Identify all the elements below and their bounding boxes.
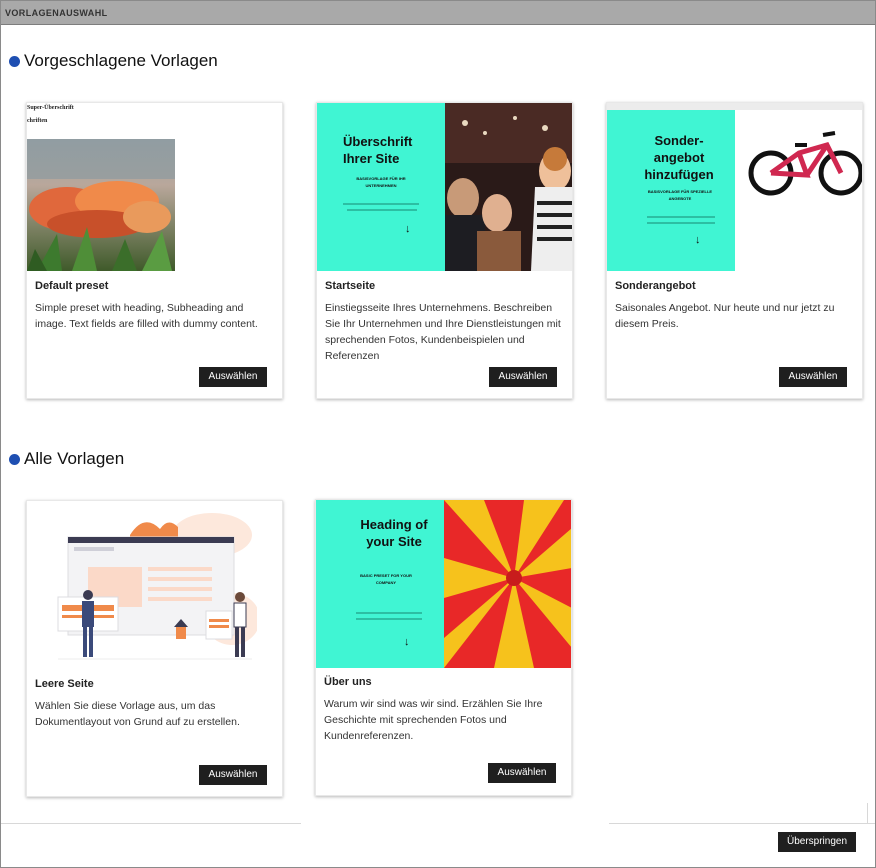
bullet-dot-icon (9, 453, 20, 465)
footer-divider (867, 803, 868, 823)
arrow-down-icon: ↓ (695, 234, 701, 246)
thumbnail-ueber-uns: Heading of your Site BASIC PRESET FOR YO… (316, 500, 571, 668)
title-bar: VORLAGENAUSWAHL (1, 1, 875, 25)
thumb-text-line (647, 216, 715, 218)
card-description: Warum wir sind was wir sind. Erzählen Si… (324, 698, 543, 742)
thumbnail-default-preset: Super-Überschrift chriften (27, 103, 282, 271)
teal-panel: Heading of your Site BASIC PRESET FOR YO… (316, 500, 444, 668)
card-title: Startseite (325, 280, 376, 292)
card-title: Leere Seite (35, 678, 94, 690)
template-card-default-preset[interactable]: Super-Überschrift chriften Default prese… (26, 102, 283, 399)
crowd-photo-image (445, 103, 572, 271)
card-title: Sonderangebot (615, 280, 696, 292)
thumb-subheading: BASISVORLAGE FÜR IHR UNTERNEHMEN (356, 176, 406, 188)
thumb-text-line (343, 203, 419, 205)
teal-panel: Sonder-angebot hinzufügen BASISVORLAGE F… (607, 110, 735, 271)
thumb-subheading: BASIC PRESET FOR YOUR COMPANY (360, 573, 412, 585)
thumb-menu-bar (607, 103, 862, 110)
thumb-text-line (356, 618, 422, 620)
thumbnail-startseite: Überschrift Ihrer Site BASISVORLAGE FÜR … (317, 103, 572, 271)
card-title: Über uns (324, 676, 372, 688)
select-button-default-preset[interactable]: Auswählen (199, 367, 267, 387)
thumb-subheading: BASISVORLAGE FÜR SPEZIELLE ANGEBOTE (647, 189, 713, 201)
card-description: Saisonales Angebot. Nur heute und nur je… (615, 302, 835, 330)
flower-photo-image (27, 139, 175, 271)
select-button-startseite[interactable]: Auswählen (489, 367, 557, 387)
card-description: Einstiegsseite Ihres Unternehmens. Besch… (325, 302, 561, 362)
select-button-leere-seite[interactable]: Auswählen (199, 765, 267, 785)
thumb-heading: Überschrift Ihrer Site (343, 134, 413, 166)
thumbnail-leere-seite (27, 501, 282, 669)
card-description: Wählen Sie diese Vorlage aus, um das Dok… (35, 700, 240, 728)
arrow-down-icon: ↓ (404, 636, 410, 648)
thumbnail-sonderangebot: Sonder-angebot hinzufügen BASISVORLAGE F… (607, 103, 862, 271)
balloon-photo-image (444, 500, 571, 668)
template-selection-window: VORLAGENAUSWAHL Vorgeschlagene Vorlagen … (0, 0, 876, 868)
thumb-heading: Heading of your Site (360, 517, 428, 549)
footer-divider (1, 823, 301, 824)
thumb-heading: chriften (27, 118, 48, 124)
thumb-super-heading: Super-Überschrift (27, 105, 74, 111)
select-button-ueber-uns[interactable]: Auswählen (488, 763, 556, 783)
arrow-down-icon: ↓ (405, 223, 411, 235)
thumb-text-line (347, 209, 417, 211)
thumb-heading: Sonder-angebot hinzufügen (644, 133, 714, 182)
template-card-ueber-uns[interactable]: Heading of your Site BASIC PRESET FOR YO… (315, 499, 572, 796)
section-all-heading: Alle Vorlagen (9, 449, 124, 469)
select-button-sonderangebot[interactable]: Auswählen (779, 367, 847, 387)
skip-button[interactable]: Überspringen (778, 832, 856, 852)
template-card-leere-seite[interactable]: Leere Seite Wählen Sie diese Vorlage aus… (26, 500, 283, 797)
template-card-startseite[interactable]: Überschrift Ihrer Site BASISVORLAGE FÜR … (316, 102, 573, 399)
bicycle-image (748, 131, 862, 196)
teal-panel: Überschrift Ihrer Site BASISVORLAGE FÜR … (317, 103, 445, 271)
template-card-sonderangebot[interactable]: Sonder-angebot hinzufügen BASISVORLAGE F… (606, 102, 863, 399)
bullet-dot-icon (9, 55, 20, 67)
section-suggested-heading: Vorgeschlagene Vorlagen (9, 51, 218, 71)
card-description: Simple preset with heading, Subheading a… (35, 302, 258, 330)
section-all-label: Alle Vorlagen (24, 449, 125, 468)
window-title: VORLAGENAUSWAHL (5, 8, 108, 18)
blank-page-illustration (57, 513, 257, 660)
section-suggested-label: Vorgeschlagene Vorlagen (24, 51, 218, 70)
card-title: Default preset (35, 280, 109, 292)
footer-divider (609, 823, 875, 824)
thumb-text-line (356, 612, 422, 614)
thumb-text-line (647, 222, 715, 224)
